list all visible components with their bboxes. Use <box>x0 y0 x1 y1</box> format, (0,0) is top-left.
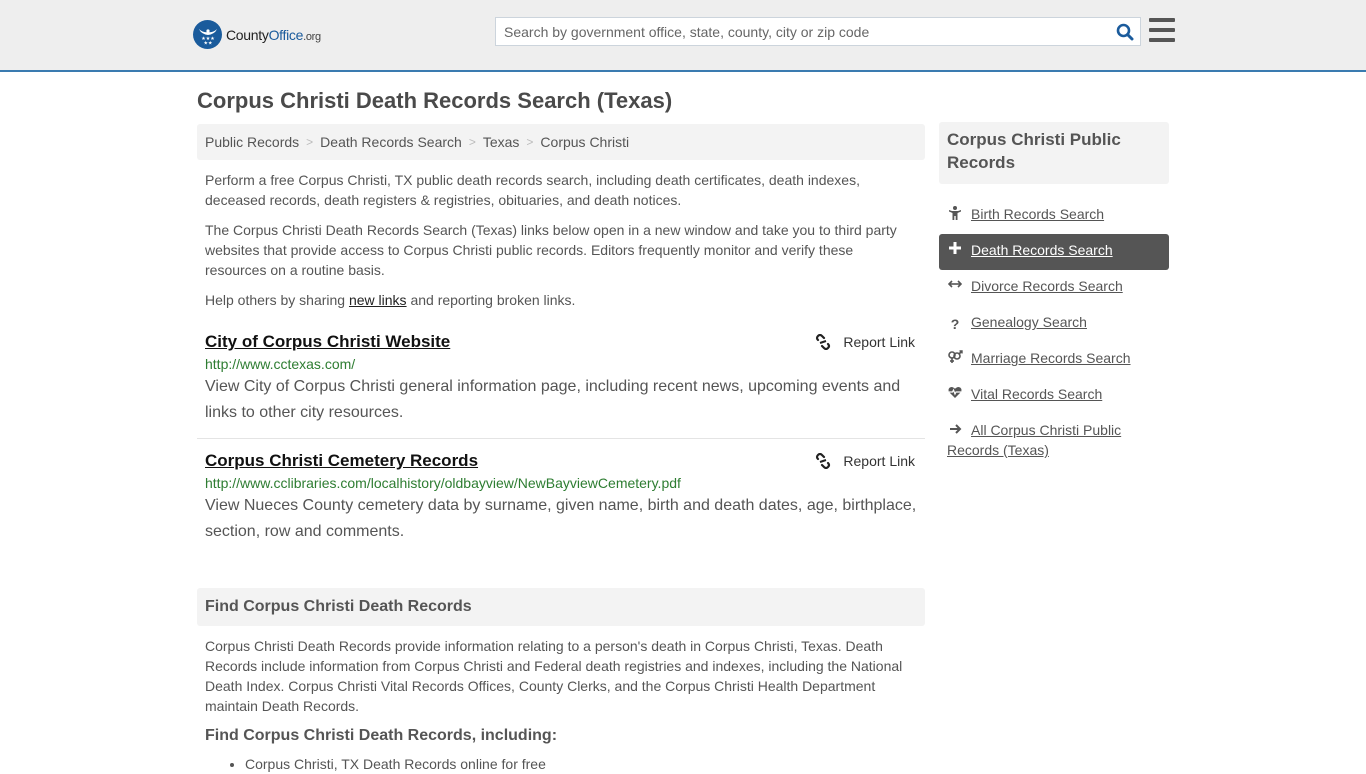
breadcrumb-current: Corpus Christi <box>540 134 630 150</box>
sidebar-item-all-public-records[interactable]: All Corpus Christi Public Records (Texas… <box>939 414 1169 466</box>
menu-bar <box>1149 38 1175 42</box>
share-text: and reporting broken links. <box>406 292 576 308</box>
resource-link-item: City of Corpus Christi Website http://ww… <box>197 330 925 439</box>
breadcrumb-separator: > <box>468 135 476 149</box>
breadcrumb-separator: > <box>526 135 534 149</box>
sidebar-item-death-records[interactable]: Death Records Search <box>939 234 1169 270</box>
intro: Perform a free Corpus Christi, TX public… <box>197 170 925 310</box>
sidebar-item-label[interactable]: Vital Records Search <box>971 384 1102 404</box>
resource-link-title[interactable]: City of Corpus Christi Website <box>205 330 450 354</box>
report-link-label: Report Link <box>843 453 915 469</box>
sidebar-item-label[interactable]: Death Records Search <box>971 240 1113 260</box>
hamburger-menu-button[interactable] <box>1149 18 1175 42</box>
sidebar-item-label[interactable]: Divorce Records Search <box>971 276 1123 296</box>
resource-link-description: View City of Corpus Christi general info… <box>205 378 901 421</box>
search-button[interactable] <box>1110 18 1140 45</box>
menu-bar <box>1149 28 1175 32</box>
share-text: Help others by sharing <box>205 292 349 308</box>
resource-link-url[interactable]: http://www.cctexas.com/ <box>205 354 917 374</box>
question-icon: ? <box>950 316 960 332</box>
report-link-button[interactable]: Report Link <box>815 453 915 469</box>
eagle-stars-icon: ★★★ ★★ <box>193 20 222 49</box>
search-icon <box>1116 23 1134 40</box>
sidebar-item-birth-records[interactable]: Birth Records Search <box>939 198 1169 234</box>
resource-link-item: Corpus Christi Cemetery Records http://w… <box>197 449 925 545</box>
logo-name-accent: Office <box>268 26 304 43</box>
resource-link-url[interactable]: http://www.cclibraries.com/localhistory/… <box>205 473 917 493</box>
sidebar-item-marriage-records[interactable]: Marriage Records Search <box>939 342 1169 378</box>
breadcrumb: Public Records > Death Records Search > … <box>197 124 925 160</box>
breadcrumb-texas[interactable]: Texas <box>483 134 520 150</box>
list-item: Corpus Christi, TX Death Records online … <box>245 754 925 774</box>
resource-link-description: View Nueces County cemetery data by surn… <box>205 497 917 540</box>
intro-paragraph: The Corpus Christi Death Records Search … <box>205 222 897 278</box>
breadcrumb-death-records-search[interactable]: Death Records Search <box>320 134 462 150</box>
sidebar-item-label[interactable]: Genealogy Search <box>971 312 1087 332</box>
report-link-button[interactable]: Report Link <box>815 334 915 350</box>
resource-link-title[interactable]: Corpus Christi Cemetery Records <box>205 449 478 473</box>
sidebar-item-label[interactable]: All Corpus Christi Public Records (Texas… <box>947 422 1121 458</box>
sidebar-item-label[interactable]: Birth Records Search <box>971 204 1104 224</box>
find-section-paragraph: Corpus Christi Death Records provide inf… <box>205 638 903 714</box>
broken-link-icon <box>816 334 831 350</box>
sidebar-nav: Birth Records Search Death Records Searc… <box>939 198 1169 466</box>
svg-text:★★: ★★ <box>203 40 212 46</box>
find-section-heading: Find Corpus Christi Death Records <box>197 588 925 626</box>
logo-tld: .org <box>303 30 321 43</box>
arrows-horizontal-icon <box>947 276 963 290</box>
child-icon <box>947 204 963 220</box>
site-logo[interactable]: ★★★ ★★ CountyOffice.org <box>193 20 321 49</box>
plus-icon <box>947 240 963 254</box>
find-section: Corpus Christi Death Records provide inf… <box>197 636 925 774</box>
sidebar-item-divorce-records[interactable]: Divorce Records Search <box>939 270 1169 306</box>
sidebar-item-genealogy[interactable]: ? Genealogy Search <box>939 306 1169 342</box>
broken-link-icon <box>816 453 831 469</box>
sidebar-item-label[interactable]: Marriage Records Search <box>971 348 1131 368</box>
breadcrumb-public-records[interactable]: Public Records <box>205 134 299 150</box>
search-input[interactable] <box>496 18 1110 45</box>
report-link-label: Report Link <box>843 334 915 350</box>
breadcrumb-separator: > <box>306 135 314 149</box>
menu-bar <box>1149 18 1175 22</box>
find-section-list: Corpus Christi, TX Death Records online … <box>197 754 925 774</box>
sidebar-item-vital-records[interactable]: Vital Records Search <box>939 378 1169 414</box>
logo-name: County <box>226 26 269 43</box>
sidebar-heading: Corpus Christi Public Records <box>939 122 1169 184</box>
search-box <box>495 17 1141 46</box>
find-section-subheading: Find Corpus Christi Death Records, inclu… <box>205 727 558 744</box>
page-title: Corpus Christi Death Records Search (Tex… <box>197 88 673 113</box>
venus-mars-icon <box>947 348 963 364</box>
main-content: Public Records > Death Records Search > … <box>197 124 925 774</box>
sidebar: Corpus Christi Public Records Birth Reco… <box>939 122 1169 466</box>
intro-share-paragraph: Help others by sharing new links and rep… <box>197 290 925 310</box>
arrow-right-icon <box>947 421 963 435</box>
site-header: ★★★ ★★ CountyOffice.org <box>0 0 1366 72</box>
intro-paragraph: Perform a free Corpus Christi, TX public… <box>205 172 860 208</box>
heartbeat-icon <box>947 384 963 399</box>
new-links-link[interactable]: new links <box>349 292 407 308</box>
